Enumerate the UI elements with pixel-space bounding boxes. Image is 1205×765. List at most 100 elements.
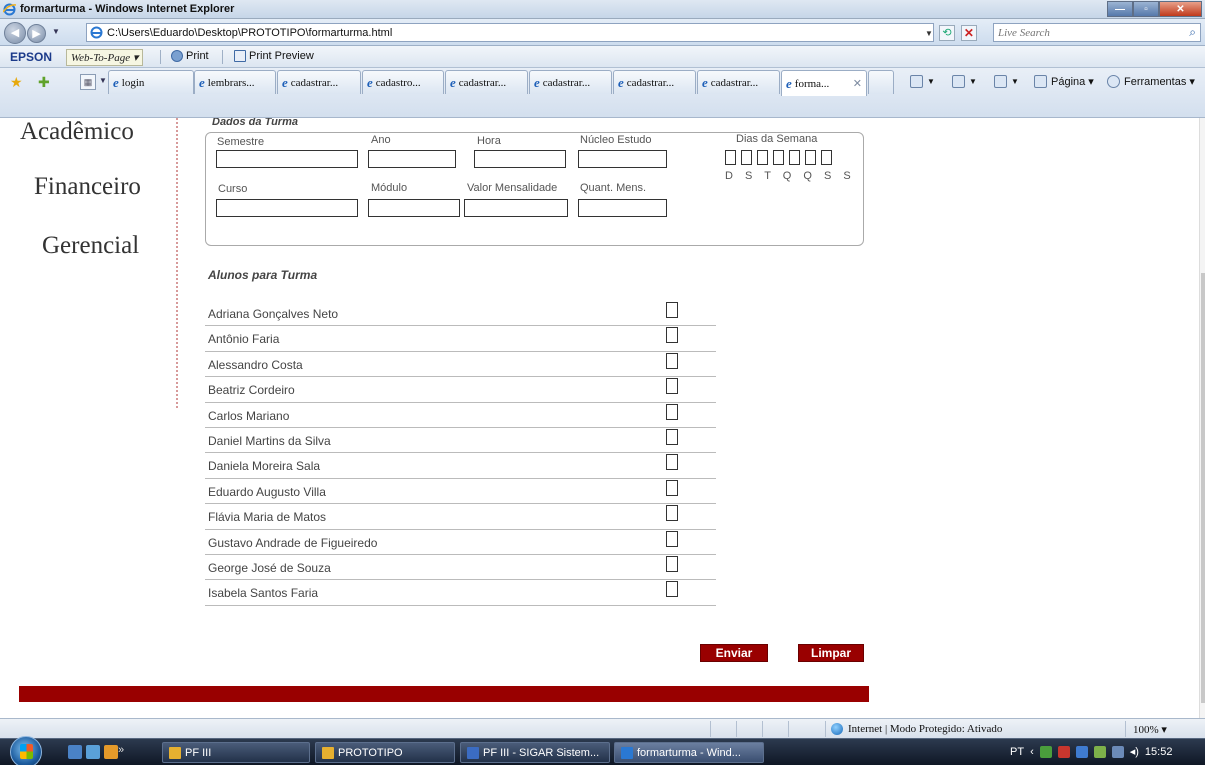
tray-expand-icon[interactable]: ‹ [1030, 746, 1034, 758]
folder-icon [169, 746, 181, 759]
page-menu[interactable]: Página ▾ [1034, 75, 1094, 88]
aluno-checkbox[interactable] [666, 530, 678, 547]
aluno-checkbox[interactable] [666, 378, 678, 395]
maximize-button[interactable]: ▫ [1133, 1, 1159, 17]
tab-cadastrar-4[interactable]: e cadastrar... [613, 70, 696, 94]
quant-input[interactable] [578, 199, 667, 217]
taskbar-item-prototipo[interactable]: PROTOTIPO [315, 742, 455, 763]
tray-app-icon[interactable] [1039, 745, 1052, 758]
aluno-checkbox[interactable] [666, 479, 678, 496]
volume-icon[interactable]: ◂) [1130, 745, 1139, 758]
tab-cadastrar-1[interactable]: e cadastrar... [277, 70, 361, 94]
tools-menu-label: Ferramentas ▾ [1124, 76, 1195, 88]
limpar-button[interactable]: Limpar [798, 644, 864, 662]
close-tab-icon[interactable]: ✕ [853, 77, 862, 90]
feeds-button[interactable]: ▼ [952, 75, 977, 88]
print-button[interactable]: Print [171, 50, 209, 62]
valor-input[interactable] [464, 199, 568, 217]
switch-windows-icon[interactable] [86, 745, 100, 759]
day-checkbox-d[interactable] [725, 150, 736, 165]
tray-battery-icon[interactable] [1093, 745, 1106, 758]
url-field[interactable]: C:\Users\Eduardo\Desktop\PROTOTIPO\forma… [86, 23, 934, 42]
taskbar-item-label: PF III - SIGAR Sistem... [483, 746, 600, 759]
start-button[interactable] [10, 736, 42, 765]
vertical-scrollbar[interactable] [1199, 118, 1205, 718]
curso-label: Curso [218, 183, 248, 195]
nav-financeiro[interactable]: Financeiro [34, 173, 141, 201]
web-to-page-dropdown[interactable]: Web-To-Page ▾ [66, 49, 144, 66]
print-preview-button[interactable]: Print Preview [234, 50, 314, 62]
stop-button[interactable]: ✕ [960, 25, 977, 41]
back-button[interactable]: ◀ [4, 22, 26, 44]
aluno-checkbox[interactable] [666, 327, 678, 344]
zoom-level[interactable]: 100% ▾ [1133, 723, 1167, 736]
day-checkbox-q2[interactable] [789, 150, 800, 165]
taskbar-item-pf3[interactable]: PF III [162, 742, 310, 763]
add-favorites-icon[interactable]: ✚ [38, 74, 50, 91]
aluno-checkbox[interactable] [666, 505, 678, 522]
search-icon[interactable]: ⌕ [1189, 25, 1196, 40]
search-input[interactable] [994, 24, 1174, 41]
taskbar-item-sigar[interactable]: PF III - SIGAR Sistem... [460, 742, 610, 763]
hora-input[interactable] [474, 150, 566, 168]
day-checkbox-q1[interactable] [773, 150, 784, 165]
ano-input[interactable] [368, 150, 456, 168]
media-player-icon[interactable] [104, 745, 118, 759]
clock[interactable]: 15:52 [1145, 746, 1173, 758]
forward-button[interactable]: ▶ [27, 24, 46, 43]
semestre-label: Semestre [217, 136, 265, 148]
aluno-checkbox[interactable] [666, 302, 678, 318]
enviar-button[interactable]: Enviar [700, 644, 768, 662]
nav-academico[interactable]: Acadêmico [20, 118, 134, 146]
aluno-checkbox[interactable] [666, 556, 678, 572]
aluno-checkbox[interactable] [666, 352, 678, 369]
security-zone-text[interactable]: Internet | Modo Protegido: Ativado [848, 723, 1002, 735]
aluno-name: Daniel Martins da Silva [208, 434, 331, 448]
back-arrow-icon: ◀ [10, 27, 20, 40]
home-button[interactable]: ▼ [910, 75, 935, 88]
modulo-input[interactable] [368, 199, 460, 217]
favorites-star-icon[interactable]: ★ [10, 74, 23, 91]
day-checkbox-s[interactable] [741, 150, 752, 165]
tab-cadastrar-3[interactable]: e cadastrar... [529, 70, 612, 94]
search-box[interactable]: ⌕ [993, 23, 1201, 42]
refresh-button[interactable]: ⟲ [938, 25, 955, 41]
tab-cadastro[interactable]: e cadastro... [362, 70, 444, 94]
quick-launch-more-icon[interactable]: » [118, 744, 124, 756]
tools-menu[interactable]: Ferramentas ▾ [1107, 75, 1195, 88]
network-icon[interactable] [1111, 745, 1124, 758]
quant-label: Quant. Mens. [580, 182, 647, 194]
quick-tabs-icon[interactable]: ▦ [80, 74, 96, 90]
tab-formarturma[interactable]: e forma... ✕ [781, 70, 867, 96]
minimize-button[interactable]: — [1107, 1, 1133, 17]
tab-cadastrar-5[interactable]: e cadastrar... [697, 70, 780, 94]
scrollbar-thumb[interactable] [1201, 273, 1205, 703]
show-desktop-icon[interactable] [68, 745, 82, 759]
nav-gerencial[interactable]: Gerencial [42, 232, 139, 260]
aluno-checkbox[interactable] [666, 454, 678, 471]
tab-cadastrar-2[interactable]: e cadastrar... [445, 70, 528, 94]
nucleo-input[interactable] [578, 150, 667, 168]
url-dropdown-icon[interactable]: ▼ [925, 29, 933, 38]
tray-app-icon[interactable] [1075, 745, 1088, 758]
aluno-checkbox[interactable] [666, 403, 678, 420]
day-checkbox-s2[interactable] [805, 150, 816, 165]
epson-toolbar: EPSON Web-To-Page ▾ Print Print Preview [0, 46, 1205, 68]
tray-security-icon[interactable] [1057, 745, 1070, 758]
print-toolbar-button[interactable]: ▼ [994, 75, 1019, 88]
tab-label: cadastro... [375, 76, 421, 89]
tab-login[interactable]: e login [108, 70, 194, 94]
curso-input[interactable] [216, 199, 358, 217]
tab-lembrar[interactable]: e lembrars... [194, 70, 276, 94]
aluno-checkbox[interactable] [666, 429, 678, 445]
aluno-checkbox[interactable] [666, 581, 678, 598]
day-checkbox-s3[interactable] [821, 150, 832, 165]
day-checkbox-t[interactable] [757, 150, 768, 165]
language-indicator[interactable]: PT [1010, 746, 1024, 758]
tab-list-dropdown-icon[interactable]: ▼ [99, 76, 107, 85]
close-button[interactable]: ✕ [1159, 1, 1202, 17]
taskbar-item-formarturma[interactable]: formarturma - Wind... [614, 742, 764, 763]
semestre-input[interactable] [216, 150, 358, 168]
new-tab-button[interactable] [868, 70, 894, 94]
history-dropdown-icon[interactable]: ▼ [52, 27, 60, 36]
